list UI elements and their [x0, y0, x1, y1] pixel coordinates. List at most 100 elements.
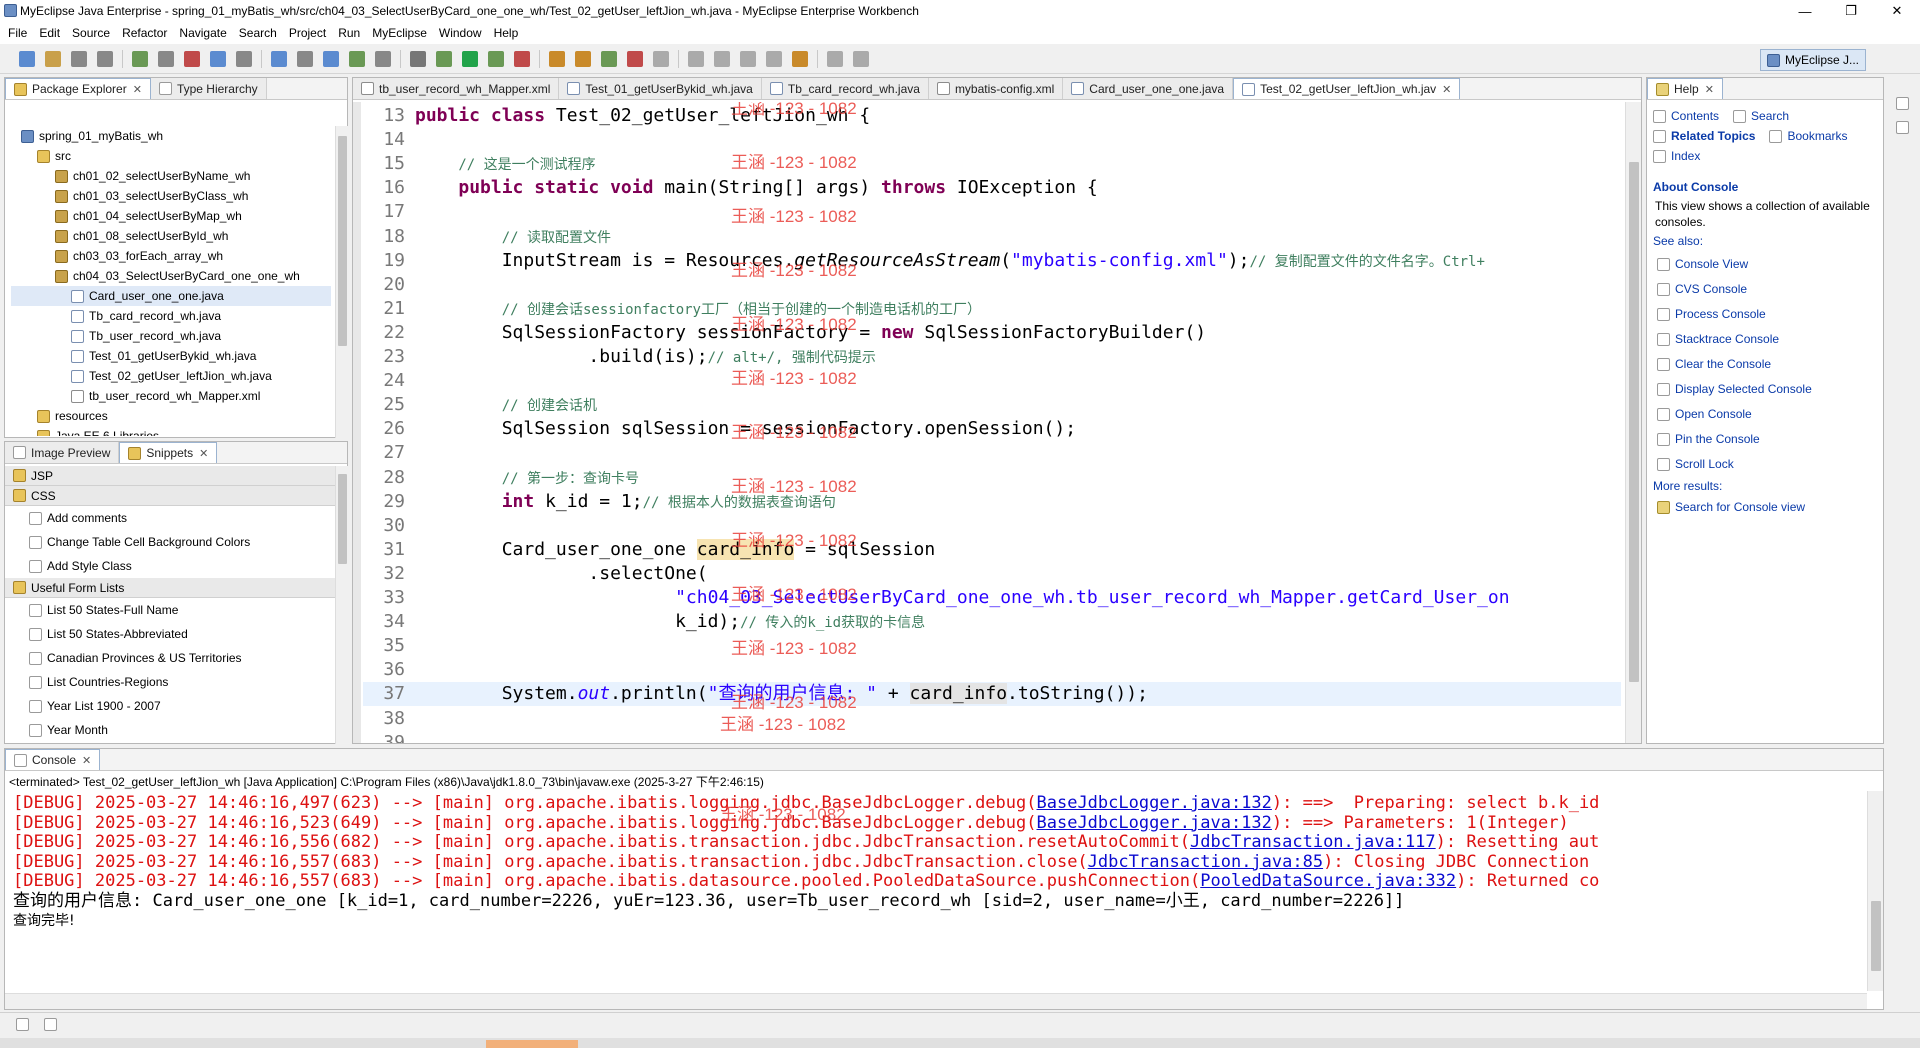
- toolbar-icon[interactable]: [549, 50, 565, 67]
- menu-refactor[interactable]: Refactor: [122, 26, 167, 40]
- code-editor[interactable]: 13 public class Test_02_getUser_leftJion_…: [363, 102, 1621, 743]
- toolbar-icon[interactable]: [410, 50, 426, 67]
- close-icon[interactable]: ✕: [1442, 83, 1451, 96]
- console-source-link[interactable]: BaseJdbcLogger.java:132: [1037, 813, 1272, 833]
- tree-package[interactable]: ch01_08_selectUserById_wh: [11, 226, 331, 246]
- console-output[interactable]: [DEBUG] 2025-03-27 14:46:16,497(623) -->…: [5, 791, 1865, 991]
- perspective-switcher[interactable]: MyEclipse J...: [1760, 49, 1867, 71]
- help-link[interactable]: Console View: [1647, 252, 1883, 277]
- snippet-category[interactable]: JSP: [5, 466, 335, 486]
- snippet-item[interactable]: Year Month: [5, 718, 335, 742]
- tree-src[interactable]: src: [11, 146, 331, 166]
- scroll-thumb[interactable]: [338, 136, 347, 346]
- tab-console[interactable]: Console ✕: [5, 749, 101, 770]
- snippets-scrollbar[interactable]: [335, 466, 348, 744]
- toolbar-icon[interactable]: [323, 50, 339, 67]
- toolbar-icon[interactable]: [688, 50, 704, 67]
- toolbar-icon[interactable]: [601, 50, 617, 67]
- snippet-item[interactable]: List 50 States-Abbreviated: [5, 622, 335, 646]
- snippet-item[interactable]: Year List 1900 - 2007: [5, 694, 335, 718]
- close-icon[interactable]: ✕: [82, 754, 91, 767]
- tree-package[interactable]: ch01_04_selectUserByMap_wh: [11, 206, 331, 226]
- minimize-button[interactable]: —: [1782, 0, 1828, 22]
- snippet-item[interactable]: Change Table Cell Background Colors: [5, 530, 335, 554]
- tree-project[interactable]: spring_01_myBatis_wh: [11, 126, 331, 146]
- close-icon[interactable]: ✕: [1705, 83, 1714, 96]
- tree-file[interactable]: Card_user_one_one.java: [11, 286, 331, 306]
- tab-type-hierarchy[interactable]: Type Hierarchy: [150, 78, 267, 99]
- toolbar-icon[interactable]: [766, 50, 782, 67]
- menu-search[interactable]: Search: [239, 26, 277, 40]
- toolbar-icon[interactable]: [714, 50, 730, 67]
- toolbar-icon[interactable]: [210, 50, 226, 67]
- view-icon[interactable]: [1896, 121, 1909, 134]
- help-link[interactable]: CVS Console: [1647, 277, 1883, 302]
- toolbar-icon[interactable]: [349, 50, 365, 67]
- help-link[interactable]: Process Console: [1647, 302, 1883, 327]
- menu-navigate[interactable]: Navigate: [179, 26, 226, 40]
- tab-help[interactable]: Help ✕: [1647, 78, 1723, 99]
- toolbar-icon[interactable]: [575, 50, 591, 67]
- close-icon[interactable]: ✕: [133, 83, 142, 96]
- editor-scrollbar[interactable]: [1625, 102, 1641, 743]
- help-nav-bookmarks[interactable]: Bookmarks: [1769, 126, 1848, 146]
- menu-source[interactable]: Source: [72, 26, 110, 40]
- tree-file[interactable]: tb_user_record_wh_Mapper.xml: [11, 386, 331, 406]
- snippet-item[interactable]: Canadian Provinces & US Territories: [5, 646, 335, 670]
- toolbar-icon[interactable]: [184, 50, 200, 67]
- package-explorer-scrollbar[interactable]: [335, 126, 348, 438]
- editor-tab[interactable]: Card_user_one_one.java: [1063, 78, 1234, 99]
- editor-tab[interactable]: Tb_card_record_wh.java: [761, 78, 929, 99]
- toolbar-icon[interactable]: [19, 50, 35, 67]
- console-source-link[interactable]: BaseJdbcLogger.java:132: [1037, 793, 1272, 813]
- tab-snippets[interactable]: Snippets ✕: [119, 442, 218, 463]
- close-icon[interactable]: ✕: [199, 447, 208, 460]
- help-link[interactable]: Clear the Console: [1647, 352, 1883, 377]
- editor-tab[interactable]: tb_user_record_wh_Mapper.xml: [353, 78, 560, 99]
- toolbar-icon[interactable]: [236, 50, 252, 67]
- help-link[interactable]: Scroll Lock: [1647, 452, 1883, 477]
- tab-package-explorer[interactable]: Package Explorer ✕: [5, 78, 151, 99]
- menu-file[interactable]: File: [8, 26, 27, 40]
- toolbar-icon[interactable]: [45, 50, 61, 67]
- tree-file[interactable]: Tb_user_record_wh.java: [11, 326, 331, 346]
- tree-package[interactable]: ch04_03_SelectUserByCard_one_one_wh: [11, 266, 331, 286]
- editor-tab[interactable]: Test_02_getUser_leftJion_wh.jav ✕: [1233, 78, 1461, 99]
- help-search-link[interactable]: Search for Console view: [1647, 495, 1883, 520]
- toolbar-icon[interactable]: [514, 50, 530, 67]
- tree-package[interactable]: ch01_03_selectUserByClass_wh: [11, 186, 331, 206]
- tab-image-preview[interactable]: Image Preview: [5, 442, 120, 463]
- toolbar-icon[interactable]: [97, 50, 113, 67]
- toolbar-icon[interactable]: [488, 50, 504, 67]
- menu-window[interactable]: Window: [439, 26, 482, 40]
- restore-icon[interactable]: [1896, 97, 1909, 110]
- scroll-thumb[interactable]: [338, 474, 347, 564]
- help-link[interactable]: Display Selected Console: [1647, 377, 1883, 402]
- toolbar-icon[interactable]: [297, 50, 313, 67]
- scroll-thumb[interactable]: [1871, 901, 1881, 971]
- help-nav-contents[interactable]: Contents: [1653, 106, 1719, 126]
- editor-tab[interactable]: Test_01_getUserBykid_wh.java: [559, 78, 762, 99]
- console-hscrollbar[interactable]: [5, 993, 1867, 1009]
- menu-edit[interactable]: Edit: [39, 26, 60, 40]
- new-fast-view-icon[interactable]: [16, 1018, 29, 1031]
- snippet-item[interactable]: List Countries-Regions: [5, 670, 335, 694]
- help-link[interactable]: Open Console: [1647, 402, 1883, 427]
- toolbar-icon[interactable]: [271, 50, 287, 67]
- console-source-link[interactable]: JdbcTransaction.java:85: [1088, 852, 1323, 872]
- snippet-item[interactable]: Add comments: [5, 506, 335, 530]
- toolbar-icon[interactable]: [158, 50, 174, 67]
- close-button[interactable]: ✕: [1874, 0, 1920, 22]
- console-source-link[interactable]: JdbcTransaction.java:117: [1190, 832, 1436, 852]
- toolbar-icon[interactable]: [740, 50, 756, 67]
- tree-package[interactable]: ch03_03_forEach_array_wh: [11, 246, 331, 266]
- help-nav-related-topics[interactable]: Related Topics: [1653, 126, 1755, 146]
- outline-icon[interactable]: [44, 1018, 57, 1031]
- scroll-thumb[interactable]: [1629, 162, 1639, 682]
- snippet-item[interactable]: List 50 States-Full Name: [5, 598, 335, 622]
- toolbar-icon[interactable]: [462, 50, 478, 67]
- toolbar-icon[interactable]: [792, 50, 808, 67]
- toolbar-icon[interactable]: [436, 50, 452, 67]
- tree-package[interactable]: ch01_02_selectUserByName_wh: [11, 166, 331, 186]
- console-source-link[interactable]: PooledDataSource.java:332: [1200, 871, 1456, 891]
